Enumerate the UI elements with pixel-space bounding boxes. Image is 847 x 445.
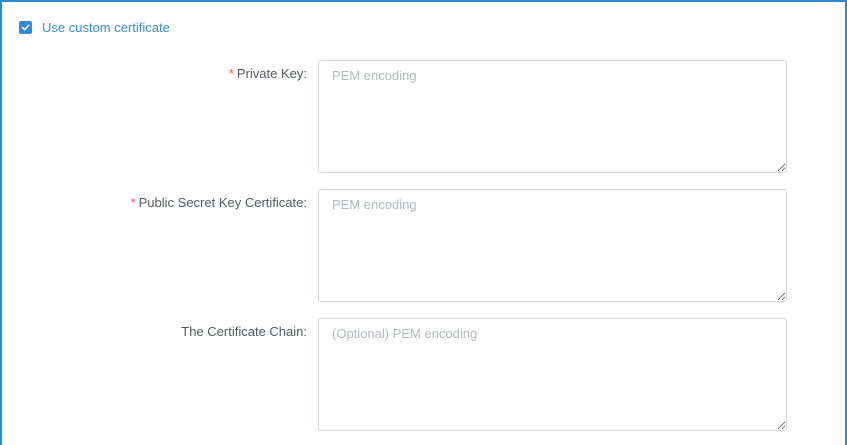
use-custom-certificate-checkbox[interactable] (19, 21, 32, 34)
cert-chain-label-wrap: The Certificate Chain: (181, 324, 307, 339)
cert-chain-textarea[interactable] (318, 318, 787, 431)
public-cert-textarea[interactable] (318, 189, 787, 302)
private-key-label-wrap: * Private Key: (229, 66, 307, 81)
checkmark-icon (21, 24, 30, 31)
use-custom-certificate-label: Use custom certificate (42, 20, 170, 35)
public-cert-label-wrap: * Public Secret Key Certificate: (131, 195, 307, 210)
public-cert-label: Public Secret Key Certificate: (138, 195, 307, 210)
required-asterisk: * (130, 195, 136, 210)
use-custom-certificate-checkbox-row[interactable]: Use custom certificate (19, 20, 170, 35)
certificate-panel: Use custom certificate *Private Key: *Pu… (0, 0, 847, 445)
private-key-label: Private Key: (236, 66, 307, 81)
required-asterisk: * (228, 66, 234, 81)
cert-chain-label: The Certificate Chain: (181, 324, 307, 339)
private-key-textarea[interactable] (318, 60, 787, 173)
